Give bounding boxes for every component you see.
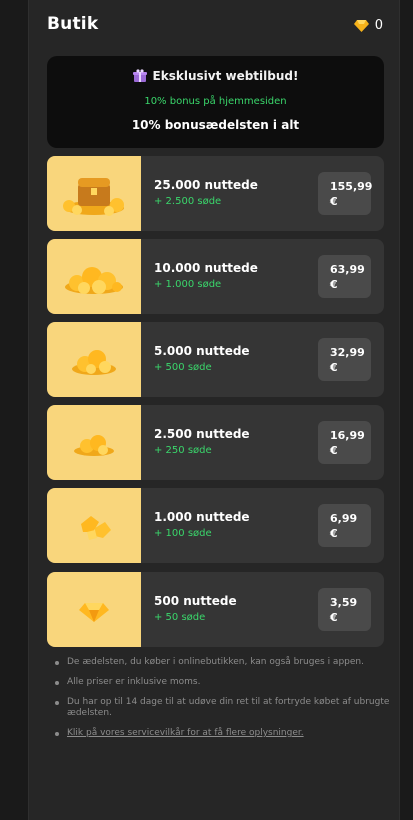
offer-thumbnail xyxy=(47,405,141,480)
offer-thumbnail xyxy=(47,322,141,397)
gem-pile-medium-icon xyxy=(72,350,116,375)
banner-title: Eksklusivt webtilbud! xyxy=(152,69,299,83)
gem-balance-value: 0 xyxy=(374,18,383,33)
price-button[interactable]: 32,99 € xyxy=(318,338,371,381)
note-item: Alle priser er inklusive moms. xyxy=(55,677,397,688)
offer-thumbnail xyxy=(47,239,141,314)
terms-link[interactable]: Klik på vores servicevilkår for at få fl… xyxy=(67,728,304,738)
price-button[interactable]: 16,99 € xyxy=(318,421,371,464)
offer-bonus: + 250 søde xyxy=(154,445,212,456)
gem-pile-small-icon xyxy=(74,435,114,456)
gem-icon xyxy=(353,19,369,32)
gift-icon xyxy=(132,69,147,82)
offer-card[interactable]: 25.000 nuttede + 2.500 søde 155,99 € xyxy=(47,156,384,231)
gem-cluster-icon xyxy=(81,516,111,540)
offer-thumbnail xyxy=(47,156,141,231)
offer-name: 10.000 nuttede xyxy=(154,261,258,275)
offer-card[interactable]: 1.000 nuttede + 100 søde 6,99 € xyxy=(47,488,384,563)
offer-card[interactable]: 500 nuttede + 50 søde 3,59 € xyxy=(47,572,384,647)
offer-bonus: + 1.000 søde xyxy=(154,279,222,290)
offer-card[interactable]: 10.000 nuttede + 1.000 søde 63,99 € xyxy=(47,239,384,314)
offer-name: 500 nuttede xyxy=(154,594,237,608)
price-button[interactable]: 63,99 € xyxy=(318,255,371,298)
offer-card[interactable]: 2.500 nuttede + 250 søde 16,99 € xyxy=(47,405,384,480)
shop-panel: Butik 0 Eksklusivt webtilbud! 10% bonus … xyxy=(28,0,400,820)
offer-thumbnail xyxy=(47,572,141,647)
page-title: Butik xyxy=(47,14,99,34)
banner-title-row: Eksklusivt webtilbud! xyxy=(47,69,384,83)
price-button[interactable]: 6,99 € xyxy=(318,504,371,547)
note-item: Klik på vores servicevilkår for at få fl… xyxy=(55,728,397,739)
banner-gems-text: 10% bonusædelsten i alt xyxy=(131,118,300,132)
treasure-chest-icon xyxy=(63,178,124,216)
offer-bonus: + 500 søde xyxy=(154,362,212,373)
offer-name: 25.000 nuttede xyxy=(154,178,258,192)
price-button[interactable]: 3,59 € xyxy=(318,588,371,631)
single-gem-icon xyxy=(79,603,109,622)
info-notes: De ædelsten, du køber i onlinebutikken, … xyxy=(51,657,397,748)
note-item: Du har op til 14 dage til at udøve din r… xyxy=(55,697,397,719)
offer-name: 5.000 nuttede xyxy=(154,344,250,358)
offer-thumbnail xyxy=(47,488,141,563)
offer-bonus: + 50 søde xyxy=(154,612,206,623)
offer-card[interactable]: 5.000 nuttede + 500 søde 32,99 € xyxy=(47,322,384,397)
offer-bonus: + 100 søde xyxy=(154,528,212,539)
web-offer-banner: Eksklusivt webtilbud! 10% bonus på hjemm… xyxy=(47,56,384,148)
price-button[interactable]: 155,99 € xyxy=(318,172,372,215)
offer-bonus: + 2.500 søde xyxy=(154,196,222,207)
gem-balance: 0 xyxy=(353,18,383,33)
note-item: De ædelsten, du køber i onlinebutikken, … xyxy=(55,657,397,668)
shop-header: Butik 0 xyxy=(47,14,383,40)
offer-name: 1.000 nuttede xyxy=(154,510,250,524)
gem-pile-large-icon xyxy=(65,267,123,294)
offer-name: 2.500 nuttede xyxy=(154,427,250,441)
banner-bonus-text: 10% bonus på hjemmesiden xyxy=(144,96,287,107)
